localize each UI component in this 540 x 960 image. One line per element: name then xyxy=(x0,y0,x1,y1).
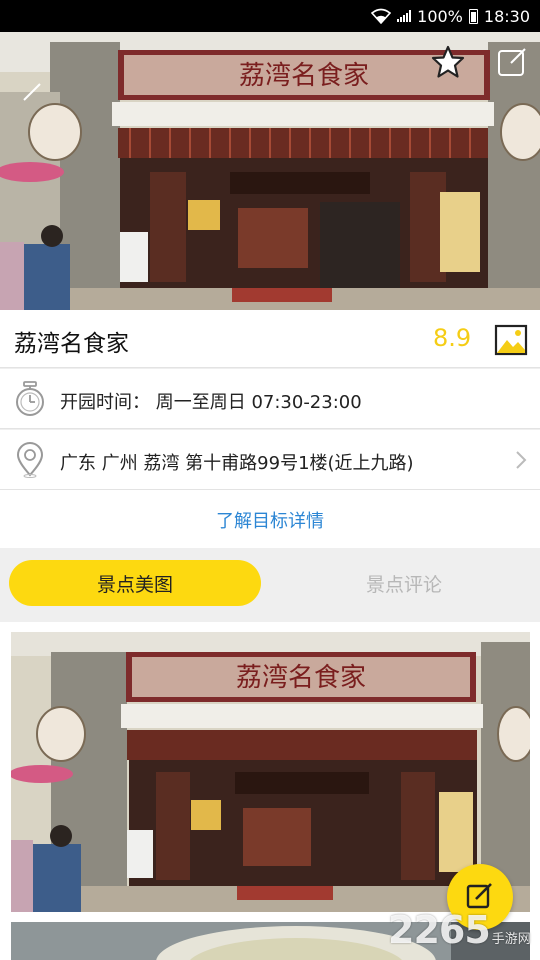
clock-icon xyxy=(14,381,46,417)
edit-square-icon[interactable] xyxy=(494,44,530,80)
details-link-row: 了解目标详情 xyxy=(0,490,540,548)
wifi-icon xyxy=(371,8,392,24)
gallery-sign-text: 荔湾名食家 xyxy=(236,663,366,693)
share-icon[interactable] xyxy=(14,74,50,110)
opening-hours-row: 开园时间： 周一至周日 07:30-23:00 xyxy=(0,369,540,429)
battery-icon xyxy=(468,8,478,24)
hero-photo: 荔湾名食家 xyxy=(0,32,540,310)
image-gallery-icon[interactable] xyxy=(494,323,528,357)
hero-sign-text: 荔湾名食家 xyxy=(239,61,369,91)
place-header: 荔湾名食家 8.9 xyxy=(0,310,540,368)
location-pin-icon xyxy=(14,442,46,478)
tab-reviews[interactable]: 景点评论 xyxy=(278,560,530,606)
details-link[interactable]: 了解目标详情 xyxy=(216,507,324,533)
content-tabs: 景点美图 景点评论 xyxy=(0,548,540,622)
chevron-right-icon xyxy=(514,448,528,472)
opening-hours-text: 开园时间： 周一至周日 07:30-23:00 xyxy=(60,392,362,413)
tab-photos[interactable]: 景点美图 xyxy=(9,560,261,606)
battery-level: 100% xyxy=(417,6,463,26)
gallery-photo[interactable]: 荔湾名食家 xyxy=(11,632,530,912)
watermark-text: 手游网 xyxy=(491,932,531,947)
place-score: 8.9 xyxy=(433,324,472,352)
status-bar: 100% 18:30 xyxy=(0,0,540,32)
place-name: 荔湾名食家 xyxy=(14,331,129,357)
address-row[interactable]: 广东 广州 荔湾 第十甫路99号1楼(近上九路) xyxy=(0,430,540,490)
address-text: 广东 广州 荔湾 第十甫路99号1楼(近上九路) xyxy=(60,453,414,474)
favorite-star-icon[interactable] xyxy=(430,44,466,80)
watermark-number: 2265 xyxy=(388,908,491,952)
clock-time: 18:30 xyxy=(483,6,530,26)
watermark-logo: 2265 手游网 xyxy=(388,908,531,952)
signal-icon xyxy=(397,10,412,22)
